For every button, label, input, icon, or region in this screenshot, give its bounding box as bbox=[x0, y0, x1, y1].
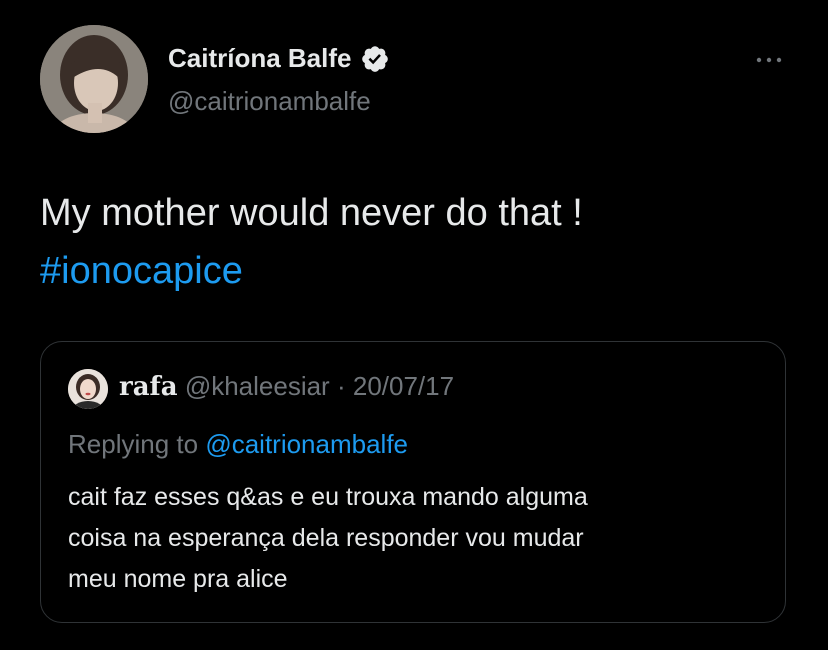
more-horizontal-icon[interactable] bbox=[752, 50, 786, 70]
replying-to: Replying to @caitrionambalfe bbox=[68, 429, 408, 460]
replying-handle-link[interactable]: @caitrionambalfe bbox=[205, 429, 408, 459]
quote-date[interactable]: 20/07/17 bbox=[353, 371, 454, 401]
separator-dot: · bbox=[336, 371, 346, 401]
profile-photo-avatar-icon bbox=[40, 25, 148, 133]
tweet-text-line: My mother would never do that ! bbox=[40, 192, 583, 234]
quote-text-line: coisa na esperança dela responder vou mu… bbox=[68, 524, 584, 552]
quote-text-line: meu nome pra alice bbox=[68, 565, 288, 593]
author-name-text: Caitríona Balfe bbox=[168, 43, 352, 73]
quote-header: rafa @khaleesiar · 20/07/17 bbox=[119, 371, 454, 402]
quoted-tweet[interactable]: rafa @khaleesiar · 20/07/17 Replying to … bbox=[40, 341, 786, 623]
author-avatar[interactable] bbox=[40, 25, 148, 133]
quote-author-handle[interactable]: @khaleesiar bbox=[185, 371, 330, 401]
quote-avatar-photo-icon bbox=[68, 369, 108, 409]
tweet-text: My mother would never do that ! #ionocap… bbox=[40, 184, 800, 300]
quote-text: cait faz esses q&as e eu trouxa mando al… bbox=[68, 477, 768, 600]
replying-prefix: Replying to bbox=[68, 429, 199, 459]
hashtag-link[interactable]: #ionocapice bbox=[40, 242, 800, 300]
author-name[interactable]: Caitríona Balfe bbox=[168, 43, 390, 74]
verified-badge-icon bbox=[361, 45, 388, 72]
quote-text-line: cait faz esses q&as e eu trouxa mando al… bbox=[68, 483, 588, 511]
author-handle[interactable]: @caitrionambalfe bbox=[168, 86, 371, 117]
tweet-card: Caitríona Balfe @caitrionambalfe My moth… bbox=[0, 0, 828, 650]
quote-author-name[interactable]: rafa bbox=[119, 372, 178, 402]
quote-author-avatar[interactable] bbox=[68, 369, 108, 409]
